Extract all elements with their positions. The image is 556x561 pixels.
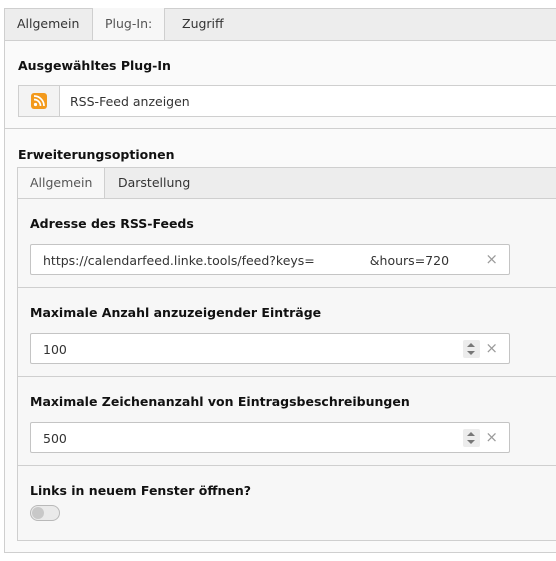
tab-inner-allgemein[interactable]: Allgemein <box>18 168 106 199</box>
plugin-select-value: RSS-Feed anzeigen <box>70 94 190 109</box>
rss-address-value: https://calendarfeed.linke.tools/feed?ke… <box>43 253 450 268</box>
divider <box>5 128 556 129</box>
max-entries-label: Maximale Anzahl anzuzeigender Einträge <box>30 305 322 320</box>
stepper-down-icon[interactable] <box>467 351 475 355</box>
tab-darstellung[interactable]: Darstellung <box>106 168 202 198</box>
new-window-toggle[interactable] <box>30 505 60 521</box>
extension-options-title: Erweiterungsoptionen <box>18 147 175 162</box>
max-chars-value: 500 <box>43 431 67 446</box>
clear-icon[interactable]: × <box>485 429 498 446</box>
stepper-up-icon[interactable] <box>467 432 475 436</box>
divider <box>18 376 556 377</box>
max-chars-label: Maximale Zeichenanzahl von Eintragsbesch… <box>30 394 410 409</box>
inner-tab-bar: Allgemein Darstellung <box>17 167 556 199</box>
max-entries-input[interactable]: 100 × <box>30 333 510 364</box>
divider <box>18 465 556 466</box>
number-stepper[interactable] <box>463 340 480 358</box>
stepper-down-icon[interactable] <box>467 440 475 444</box>
clear-icon[interactable]: × <box>485 251 498 268</box>
max-chars-input[interactable]: 500 × <box>30 422 510 453</box>
toggle-knob <box>32 507 44 519</box>
stepper-up-icon[interactable] <box>467 343 475 347</box>
plugin-icon-box <box>19 86 60 116</box>
extension-options-panel: Adresse des RSS-Feeds https://calendarfe… <box>17 198 556 541</box>
selected-plugin-title: Ausgewähltes Plug-In <box>18 58 171 73</box>
rss-icon <box>31 93 47 109</box>
number-stepper[interactable] <box>463 429 480 447</box>
plugin-select[interactable]: RSS-Feed anzeigen <box>18 85 556 117</box>
tab-allgemein[interactable]: Allgemein <box>5 9 91 40</box>
tab-plugin[interactable]: Plug-In: <box>92 8 166 41</box>
rss-address-label: Adresse des RSS-Feeds <box>30 216 194 231</box>
outer-tab-bar: Allgemein Plug-In: Zugriff <box>4 8 556 41</box>
max-entries-value: 100 <box>43 342 67 357</box>
new-window-label: Links in neuem Fenster öffnen? <box>30 483 251 498</box>
rss-address-input[interactable]: https://calendarfeed.linke.tools/feed?ke… <box>30 244 510 275</box>
divider <box>18 287 556 288</box>
clear-icon[interactable]: × <box>485 340 498 357</box>
tab-zugriff[interactable]: Zugriff <box>170 9 236 40</box>
